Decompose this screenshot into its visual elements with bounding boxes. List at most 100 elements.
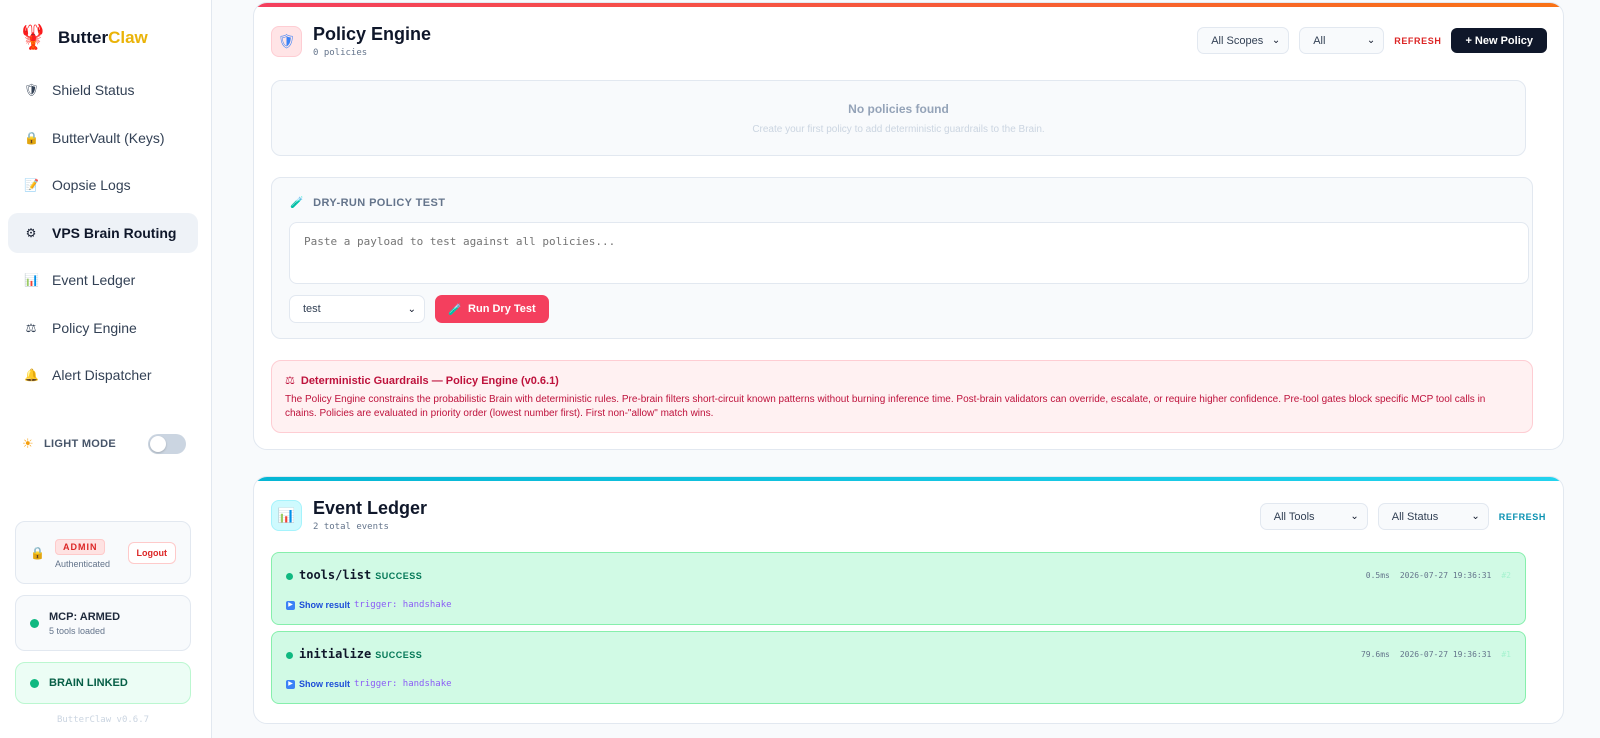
chevron-down-icon: ⌄ <box>1350 511 1359 522</box>
play-icon: ▶ <box>286 600 295 610</box>
status-select[interactable]: All Status ⌄ <box>1377 503 1489 530</box>
sidebar-item-label: Oopsie Logs <box>52 177 131 193</box>
sidebar-item-label: Alert Dispatcher <box>52 367 152 383</box>
panel-accent-bar <box>254 477 1563 481</box>
chevron-down-icon: ⌄ <box>1271 35 1281 46</box>
sidebar: 🦞 ButterClaw 🛡 Shield Status 🔒 ButterVau… <box>0 0 212 738</box>
empty-state-title: No policies found <box>848 102 949 116</box>
sidebar-item-policy-engine[interactable]: ⚖ Policy Engine <box>8 308 198 348</box>
brain-status-title: BRAIN LINKED <box>49 677 128 689</box>
status-dot <box>30 618 39 628</box>
chevron-down-icon: ⌄ <box>1471 511 1480 522</box>
app-version: ButterClaw v0.6.7 <box>56 715 150 725</box>
sidebar-item-label: Policy Engine <box>52 319 137 336</box>
sidebar-item-label: VPS Brain Routing <box>52 224 177 241</box>
sidebar-item-label: Shield Status <box>52 82 135 98</box>
theme-toggle-row: ☀ LIGHT MODE <box>22 434 186 454</box>
bar-chart-icon: 📊 <box>271 499 302 531</box>
show-result-toggle[interactable]: Show result <box>299 679 350 689</box>
lobster-logo-icon: 🦞 <box>18 24 48 51</box>
brand-name: ButterClaw <box>58 28 148 47</box>
page-title: Policy Engine <box>313 24 432 44</box>
event-meta: 79.6ms 2026-07-27 19:36:31 #1 <box>1361 650 1511 659</box>
event-footer: ▶ Show result trigger: handshake <box>286 600 452 610</box>
sidebar-item-shield-status[interactable]: 🛡 Shield Status <box>8 70 198 110</box>
event-timestamp: 2026-07-27 19:36:31 <box>1399 571 1492 580</box>
mcp-status-card: MCP: ARMED 5 tools loaded <box>15 595 191 651</box>
admin-badge: ADMIN <box>54 538 106 555</box>
event-trigger: trigger: handshake <box>354 679 452 689</box>
brand[interactable]: 🦞 ButterClaw <box>18 24 148 52</box>
scales-icon: ⚖ <box>25 320 37 335</box>
event-tool-name: tools/list SUCCESS <box>299 568 423 582</box>
event-trigger: trigger: handshake <box>354 600 452 610</box>
sidebar-item-oopsie-logs[interactable]: 📝 Oopsie Logs <box>8 165 198 205</box>
brain-status-card: BRAIN LINKED <box>15 662 191 704</box>
event-row[interactable]: initialize SUCCESS 79.6ms 2026-07-27 19:3… <box>271 631 1526 704</box>
stage-select[interactable]: test ⌄ <box>289 295 425 323</box>
chevron-down-icon: ⌄ <box>1366 35 1376 46</box>
sidebar-item-alert-dispatcher[interactable]: 🔔 Alert Dispatcher <box>8 355 198 395</box>
mcp-status-title: MCP: ARMED <box>49 610 121 623</box>
shield-icon: 🛡 <box>24 83 40 97</box>
status-dot <box>30 678 39 688</box>
event-timestamp: 2026-07-27 19:36:31 <box>1399 650 1492 659</box>
scope-select[interactable]: All Scopes ⌄ <box>1197 27 1290 54</box>
event-footer: ▶ Show result trigger: handshake <box>286 679 452 689</box>
status-dot <box>286 573 293 580</box>
policy-controls: All Scopes ⌄ All ⌄ REFRESH + New Policy <box>1197 27 1547 54</box>
bell-icon: 🔔 <box>24 368 39 382</box>
event-seq: #2 <box>1501 571 1511 580</box>
mcp-tools-count: 5 tools loaded <box>49 625 106 636</box>
section-title: Event Ledger <box>313 498 428 518</box>
play-icon: ▶ <box>286 679 295 689</box>
new-policy-button[interactable]: + New Policy <box>1451 28 1547 53</box>
dry-run-section: 🧪 DRY-RUN POLICY TEST test ⌄ 🧪 Run Dry T… <box>271 177 1533 339</box>
empty-state-subtitle: Create your first policy to add determin… <box>752 124 1045 135</box>
status-dot <box>286 652 293 659</box>
sidebar-item-event-ledger[interactable]: 📊 Event Ledger <box>8 260 198 300</box>
info-body: The Policy Engine constrains the probabi… <box>285 394 1486 419</box>
scales-icon: ⚖ <box>285 375 295 387</box>
tools-select[interactable]: All Tools ⌄ <box>1259 503 1368 530</box>
event-duration: 79.6ms <box>1360 650 1390 659</box>
sidebar-item-label: Event Ledger <box>52 272 136 288</box>
info-title: ⚖ Deterministic Guardrails — Policy Engi… <box>285 374 559 388</box>
chevron-down-icon: ⌄ <box>407 303 416 315</box>
status-badge: SUCCESS <box>375 571 423 581</box>
sidebar-item-label: ButterVault (Keys) <box>52 129 165 146</box>
sidebar-nav: 🛡 Shield Status 🔒 ButterVault (Keys) 📝 O… <box>8 70 198 403</box>
type-select[interactable]: All ⌄ <box>1299 27 1385 54</box>
logout-button[interactable]: Logout <box>127 541 176 564</box>
test-tube-icon: 🧪 <box>290 197 305 209</box>
panel-accent-bar <box>254 3 1563 7</box>
ledger-controls: All Tools ⌄ All Status ⌄ REFRESH <box>1259 503 1546 530</box>
panel-header: 🛡 Policy Engine 0 policies <box>271 24 431 58</box>
policy-refresh-button[interactable]: REFRESH <box>1394 36 1441 46</box>
status-badge: SUCCESS <box>375 650 423 660</box>
event-duration: 0.5ms <box>1365 571 1390 580</box>
run-dry-test-button[interactable]: 🧪 Run Dry Test <box>435 295 549 323</box>
sidebar-item-buttervault[interactable]: 🔒 ButterVault (Keys) <box>8 118 198 158</box>
dry-run-header: 🧪 DRY-RUN POLICY TEST <box>290 196 446 210</box>
event-row[interactable]: tools/list SUCCESS 0.5ms 2026-07-27 19:36… <box>271 552 1526 625</box>
policy-engine-panel: 🛡 Policy Engine 0 policies All Scopes ⌄ … <box>253 2 1564 450</box>
theme-toggle[interactable] <box>148 434 186 454</box>
toggle-knob <box>150 436 166 452</box>
lock-icon: 🔒 <box>24 130 39 145</box>
shield-icon: 🛡 <box>271 25 302 57</box>
admin-session-card: 🔒 ADMIN Authenticated Logout <box>15 521 191 584</box>
sidebar-item-vps-brain-routing[interactable]: ⚙ VPS Brain Routing <box>8 212 198 253</box>
panel-header: 📊 Event Ledger 2 total events <box>271 498 427 532</box>
info-callout: ⚖ Deterministic Guardrails — Policy Engi… <box>271 360 1533 433</box>
ledger-refresh-button[interactable]: REFRESH <box>1499 512 1546 522</box>
sun-icon: ☀ <box>22 436 34 451</box>
payload-input[interactable] <box>289 222 1529 284</box>
event-tool-name: initialize SUCCESS <box>299 647 423 661</box>
policy-count: 0 policies <box>313 48 368 58</box>
show-result-toggle[interactable]: Show result <box>299 600 350 610</box>
event-ledger-panel: 📊 Event Ledger 2 total events All Tools … <box>253 476 1564 724</box>
lock-icon: 🔒 <box>30 545 45 560</box>
memo-icon: 📝 <box>24 178 39 192</box>
theme-label: ☀ LIGHT MODE <box>22 436 117 451</box>
